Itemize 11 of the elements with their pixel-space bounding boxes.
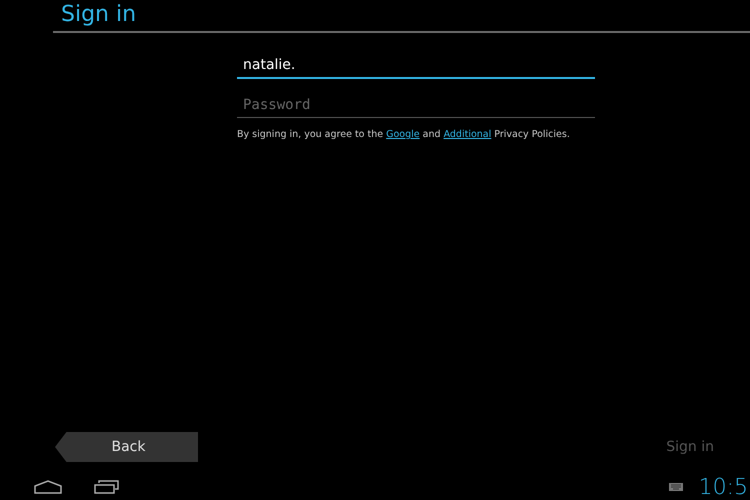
back-button[interactable]: Back bbox=[55, 432, 198, 462]
page-title: Sign in bbox=[60, 1, 138, 29]
additional-link[interactable]: Additional bbox=[444, 129, 492, 140]
email-field[interactable]: natalie. bbox=[237, 53, 595, 79]
recent-apps-icon[interactable] bbox=[94, 480, 120, 494]
terms-text: By signing in, you agree to the Google and Additional Privacy Policies. bbox=[237, 129, 571, 140]
password-field[interactable]: Password bbox=[237, 93, 595, 118]
clock: 10:5 bbox=[698, 474, 748, 500]
home-icon[interactable] bbox=[34, 480, 62, 494]
keyboard-icon[interactable] bbox=[668, 483, 683, 491]
google-link[interactable]: Google bbox=[386, 129, 420, 140]
